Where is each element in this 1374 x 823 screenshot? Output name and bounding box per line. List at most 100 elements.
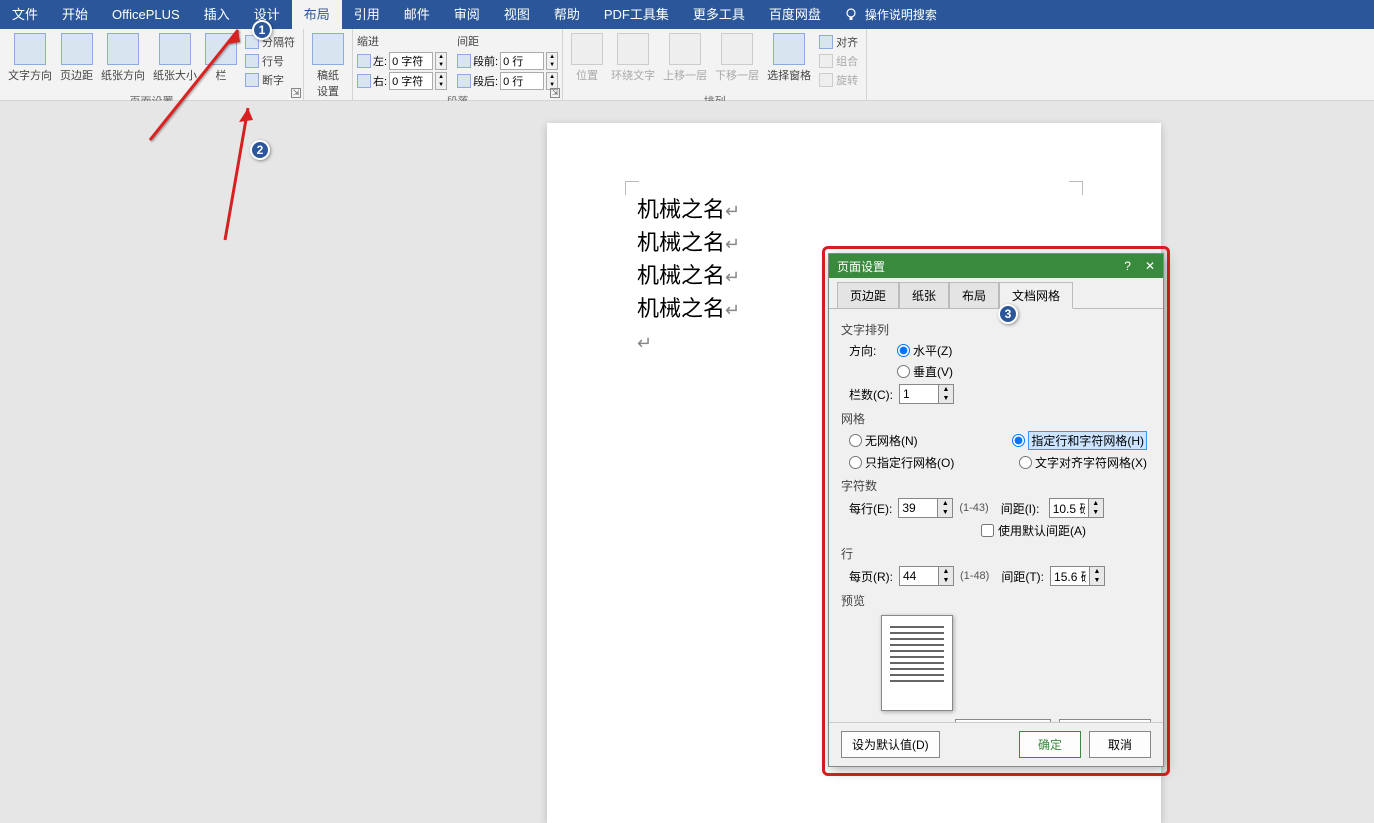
group-manuscript: 稿纸 设置 稿纸 — [304, 29, 353, 100]
spacing-header: 间距 — [457, 33, 558, 51]
tab-mail[interactable]: 邮件 — [392, 0, 442, 29]
rotate-icon — [819, 73, 833, 87]
wrap-button: 环绕文字 — [607, 31, 659, 85]
radio-no-grid[interactable]: 无网格(N) — [849, 432, 918, 449]
search-help[interactable]: 操作说明搜索 — [843, 6, 937, 23]
per-page-input[interactable] — [899, 566, 939, 586]
columns-spinner[interactable]: ▲▼ — [939, 384, 954, 404]
per-page-range: (1-48) — [960, 570, 989, 582]
spacing-after-label: 段后: — [473, 73, 498, 89]
dialog-body: 文字排列 方向: 水平(Z) 垂直(V) 栏数(C): ▲▼ 网格 无网格(N)… — [829, 308, 1163, 722]
text-line: 机械之名 — [637, 263, 725, 288]
default-pitch-input[interactable] — [981, 524, 994, 537]
margins-icon — [61, 33, 93, 65]
tab-more[interactable]: 更多工具 — [681, 0, 757, 29]
document-area: 机械之名↵ 机械之名↵ 机械之名↵ 机械之名↵ ↵ — [0, 101, 1374, 800]
section-grid: 网格 — [841, 406, 1151, 429]
spacing-before-spinner[interactable]: ▲▼ — [546, 52, 558, 70]
radio-align-char-grid[interactable]: 文字对齐字符网格(X) — [1019, 454, 1147, 471]
tab-review[interactable]: 审阅 — [442, 0, 492, 29]
char-pitch-input[interactable] — [1049, 498, 1089, 518]
text-direction-button[interactable]: 文字方向 — [4, 31, 56, 85]
search-placeholder: 操作说明搜索 — [865, 6, 937, 23]
position-icon — [571, 33, 603, 65]
line-pitch-label: 间距(T): — [1001, 568, 1044, 585]
margins-button[interactable]: 页边距 — [56, 31, 97, 85]
cancel-button[interactable]: 取消 — [1089, 731, 1151, 758]
group-icon — [819, 54, 833, 68]
char-pitch-spinner[interactable]: ▲▼ — [1089, 498, 1104, 518]
radio-horizontal-input[interactable] — [897, 344, 910, 357]
forward-icon — [669, 33, 701, 65]
rotate-button: 旋转 — [817, 71, 860, 89]
per-line-input[interactable] — [898, 498, 938, 518]
page-setup-dialog: 页面设置 ? ✕ 页边距 纸张 布局 文档网格 文字排列 方向: 水平(Z) 垂… — [828, 253, 1164, 767]
backward-button: 下移一层 — [711, 31, 763, 85]
wrap-icon — [617, 33, 649, 65]
columns-input[interactable] — [899, 384, 939, 404]
dialog-help-button[interactable]: ? — [1124, 259, 1131, 273]
selection-pane-button[interactable]: 选择窗格 — [763, 31, 815, 85]
indent-header: 缩进 — [357, 33, 447, 51]
indent-left-input[interactable] — [389, 52, 433, 70]
text-direction-icon — [14, 33, 46, 65]
text-line: 机械之名 — [637, 296, 725, 321]
radio-line-char-grid[interactable]: 指定行和字符网格(H) — [1012, 431, 1147, 450]
section-lines: 行 — [841, 541, 1151, 564]
radio-align-char-input[interactable] — [1019, 456, 1032, 469]
page-setup-launcher[interactable]: ⇲ — [291, 88, 301, 98]
tab-pdf[interactable]: PDF工具集 — [592, 0, 681, 29]
per-page-spinner[interactable]: ▲▼ — [939, 566, 954, 586]
radio-no-grid-input[interactable] — [849, 434, 862, 447]
line-pitch-input[interactable] — [1050, 566, 1090, 586]
columns-label: 栏数(C): — [849, 386, 893, 403]
radio-line-char-input[interactable] — [1012, 434, 1025, 447]
orientation-icon — [107, 33, 139, 65]
dialog-tab-layout[interactable]: 布局 — [949, 282, 999, 308]
selection-pane-icon — [773, 33, 805, 65]
dialog-tab-grid[interactable]: 文档网格 — [999, 282, 1073, 309]
bulb-icon — [843, 7, 859, 23]
forward-button: 上移一层 — [659, 31, 711, 85]
align-button[interactable]: 对齐 — [817, 33, 860, 51]
spacing-after-input[interactable] — [500, 72, 544, 90]
manuscript-icon — [312, 33, 344, 65]
dialog-tab-paper[interactable]: 纸张 — [899, 282, 949, 308]
tab-file[interactable]: 文件 — [0, 0, 50, 29]
margin-corner-tr — [1069, 181, 1083, 195]
set-default-button[interactable]: 设为默认值(D) — [841, 731, 940, 758]
default-pitch-checkbox[interactable]: 使用默认间距(A) — [981, 522, 1086, 539]
para-mark-icon: ↵ — [725, 300, 740, 320]
dialog-footer: 设为默认值(D) 确定 取消 — [829, 722, 1163, 766]
per-line-spinner[interactable]: ▲▼ — [938, 498, 953, 518]
radio-vertical[interactable]: 垂直(V) — [897, 363, 953, 380]
radio-horizontal[interactable]: 水平(Z) — [897, 342, 952, 359]
tab-home[interactable]: 开始 — [50, 0, 100, 29]
dialog-titlebar[interactable]: 页面设置 ? ✕ — [829, 254, 1163, 278]
radio-line-only-grid[interactable]: 只指定行网格(O) — [849, 454, 954, 471]
indent-right-spinner[interactable]: ▲▼ — [435, 72, 447, 90]
tab-references[interactable]: 引用 — [342, 0, 392, 29]
para-mark-icon: ↵ — [725, 201, 740, 221]
margin-corner-tl — [625, 181, 639, 195]
manuscript-button[interactable]: 稿纸 设置 — [308, 31, 348, 101]
tab-baidu[interactable]: 百度网盘 — [757, 0, 833, 29]
tab-layout[interactable]: 布局 — [292, 0, 342, 29]
line-pitch-spinner[interactable]: ▲▼ — [1090, 566, 1105, 586]
radio-vertical-input[interactable] — [897, 365, 910, 378]
spacing-before-input[interactable] — [500, 52, 544, 70]
indent-left-spinner[interactable]: ▲▼ — [435, 52, 447, 70]
align-icon — [819, 35, 833, 49]
paragraph-launcher[interactable]: ⇲ — [550, 88, 560, 98]
tab-view[interactable]: 视图 — [492, 0, 542, 29]
char-pitch-label: 间距(I): — [1001, 500, 1043, 517]
indent-right-input[interactable] — [389, 72, 433, 90]
direction-label: 方向: — [849, 342, 891, 359]
dialog-tabs: 页边距 纸张 布局 文档网格 — [829, 278, 1163, 308]
tab-help[interactable]: 帮助 — [542, 0, 592, 29]
dialog-close-button[interactable]: ✕ — [1145, 259, 1155, 273]
ok-button[interactable]: 确定 — [1019, 731, 1081, 758]
dialog-tab-margins[interactable]: 页边距 — [837, 282, 899, 308]
section-preview: 预览 — [841, 588, 1151, 611]
radio-line-only-input[interactable] — [849, 456, 862, 469]
